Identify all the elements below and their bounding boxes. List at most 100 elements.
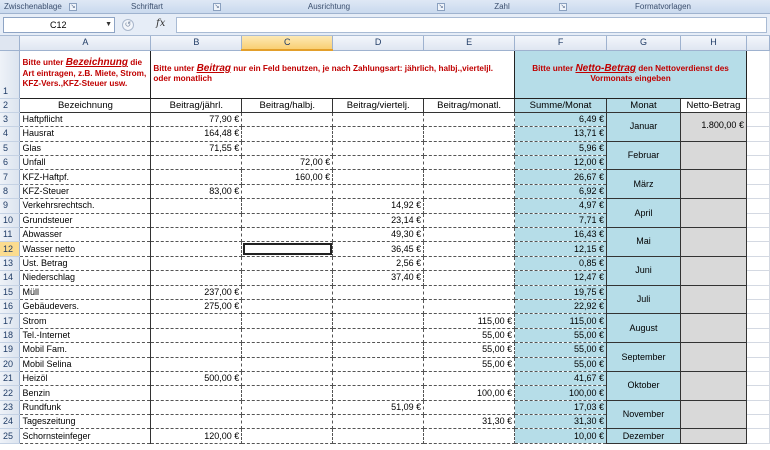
- netto-cell[interactable]: [679, 227, 747, 257]
- month-cell[interactable]: Januar: [606, 111, 681, 142]
- cell-jaehrl[interactable]: 77,90 €: [150, 112, 243, 128]
- cell-bezeichnung[interactable]: Grundsteuer: [19, 213, 152, 229]
- cell-bezeichnung[interactable]: Gebäudevers.: [19, 299, 152, 315]
- row-header[interactable]: 25: [0, 428, 21, 444]
- cell-viertelj[interactable]: [332, 184, 425, 200]
- cell-viertelj[interactable]: [332, 385, 425, 401]
- cell-monatl[interactable]: 31,30 €: [423, 414, 516, 430]
- cell-summe[interactable]: 55,00 €: [514, 328, 608, 344]
- cell-jaehrl[interactable]: [150, 213, 243, 229]
- cell-monatl[interactable]: 100,00 €: [423, 385, 516, 401]
- cell-summe[interactable]: 17,03 €: [514, 400, 608, 416]
- row-header[interactable]: 3: [0, 112, 21, 128]
- cell-jaehrl[interactable]: [150, 342, 243, 358]
- cell-jaehrl[interactable]: 500,00 €: [150, 371, 243, 387]
- row-header[interactable]: 16: [0, 299, 21, 315]
- cell-summe[interactable]: 115,00 €: [514, 313, 608, 329]
- cell-jaehrl[interactable]: [150, 414, 243, 430]
- instruction-beitrag[interactable]: Bitte unter Beitrag nur ein Feld benutze…: [150, 49, 516, 99]
- dialog-launcher-icon[interactable]: ↘: [559, 3, 567, 11]
- dialog-launcher-icon[interactable]: ↘: [437, 3, 445, 11]
- month-cell[interactable]: April: [606, 198, 681, 229]
- cell-jaehrl[interactable]: [150, 385, 243, 401]
- column-title-monat[interactable]: Monat: [606, 97, 681, 113]
- cell-bezeichnung[interactable]: Benzin: [19, 385, 152, 401]
- cell-jaehrl[interactable]: [150, 227, 243, 243]
- chevron-down-icon[interactable]: ▼: [105, 18, 112, 32]
- row-header[interactable]: 20: [0, 357, 21, 372]
- netto-cell[interactable]: [679, 342, 747, 372]
- row-header[interactable]: 12: [0, 241, 21, 257]
- column-header-g[interactable]: G: [606, 36, 681, 51]
- month-cell[interactable]: August: [606, 313, 681, 344]
- cell-monatl[interactable]: [423, 198, 516, 214]
- cell-summe[interactable]: 0,85 €: [514, 256, 608, 272]
- cell-jaehrl[interactable]: [150, 313, 243, 329]
- cell-jaehrl[interactable]: [150, 328, 243, 344]
- cell-viertelj[interactable]: [332, 371, 425, 387]
- cell-viertelj[interactable]: 2,56 €: [332, 256, 425, 272]
- cell-jaehrl[interactable]: [150, 198, 243, 214]
- cell-summe[interactable]: 26,67 €: [514, 169, 608, 185]
- dialog-launcher-icon[interactable]: ↘: [69, 3, 77, 11]
- cell-halbj[interactable]: [241, 328, 334, 344]
- netto-cell[interactable]: [679, 428, 747, 444]
- column-header-c[interactable]: C: [241, 36, 334, 51]
- cell-monatl[interactable]: [423, 241, 516, 257]
- cell-bezeichnung[interactable]: Abwasser: [19, 227, 152, 243]
- cell-summe[interactable]: 16,43 €: [514, 227, 608, 243]
- cell-viertelj[interactable]: [332, 428, 425, 444]
- select-all-corner[interactable]: [0, 36, 21, 51]
- cell-summe[interactable]: 12,00 €: [514, 155, 608, 171]
- cancel-icon[interactable]: ↺: [122, 19, 134, 31]
- cell-viertelj[interactable]: [332, 342, 425, 358]
- month-cell[interactable]: September: [606, 342, 681, 372]
- cell-summe[interactable]: 10,00 €: [514, 428, 608, 444]
- row-header[interactable]: 5: [0, 141, 21, 157]
- cell-jaehrl[interactable]: 120,00 €: [150, 428, 243, 444]
- cell-jaehrl[interactable]: 237,00 €: [150, 285, 243, 300]
- cell-jaehrl[interactable]: [150, 169, 243, 185]
- cell-monatl[interactable]: [423, 141, 516, 157]
- month-cell[interactable]: Februar: [606, 140, 681, 171]
- cell-summe[interactable]: 19,75 €: [514, 285, 608, 300]
- cell-bezeichnung[interactable]: Mobil Selina: [19, 357, 152, 372]
- cell-viertelj[interactable]: [332, 169, 425, 185]
- cell-jaehrl[interactable]: [150, 155, 243, 171]
- cell-bezeichnung[interactable]: Verkehrsrechtsch.: [19, 198, 152, 214]
- dialog-launcher-icon[interactable]: ↘: [213, 3, 221, 11]
- cell-monatl[interactable]: [423, 155, 516, 171]
- cell-viertelj[interactable]: 51,09 €: [332, 400, 425, 416]
- row-header[interactable]: 18: [0, 328, 21, 344]
- cell-jaehrl[interactable]: [150, 270, 243, 286]
- cell-viertelj[interactable]: [332, 414, 425, 430]
- row-header[interactable]: 10: [0, 213, 21, 229]
- cell-monatl[interactable]: [423, 112, 516, 128]
- row-header[interactable]: 22: [0, 385, 21, 401]
- row-header-1[interactable]: 1: [0, 50, 21, 99]
- cell-bezeichnung[interactable]: Ust. Betrag: [19, 256, 152, 272]
- cell-bezeichnung[interactable]: Glas: [19, 141, 152, 157]
- row-header[interactable]: 6: [0, 155, 21, 171]
- cell-monatl[interactable]: [423, 184, 516, 200]
- column-header-f[interactable]: F: [514, 36, 608, 51]
- netto-cell[interactable]: 1.800,00 €: [679, 111, 747, 142]
- netto-cell[interactable]: [679, 399, 747, 430]
- cell-summe[interactable]: 5,96 €: [514, 141, 608, 157]
- cell-halbj[interactable]: [241, 299, 334, 315]
- column-header-b[interactable]: B: [150, 36, 243, 51]
- cell-halbj[interactable]: [241, 313, 334, 329]
- instruction-netto[interactable]: Bitte unter Netto-Betrag den Nettoverdie…: [514, 49, 747, 99]
- cell-halbj[interactable]: [241, 141, 334, 157]
- cell-halbj[interactable]: [241, 342, 334, 358]
- cell-halbj[interactable]: [241, 256, 334, 272]
- cell-bezeichnung[interactable]: Tageszeitung: [19, 414, 152, 430]
- cell-viertelj[interactable]: [332, 285, 425, 300]
- month-cell[interactable]: März: [606, 169, 681, 200]
- cell-halbj[interactable]: 72,00 €: [241, 155, 334, 171]
- cell-bezeichnung[interactable]: Schornsteinfeger: [19, 428, 152, 444]
- cell-viertelj[interactable]: [332, 141, 425, 157]
- cell-summe[interactable]: 31,30 €: [514, 414, 608, 430]
- cell-monatl[interactable]: [423, 428, 516, 444]
- cell-bezeichnung[interactable]: Strom: [19, 313, 152, 329]
